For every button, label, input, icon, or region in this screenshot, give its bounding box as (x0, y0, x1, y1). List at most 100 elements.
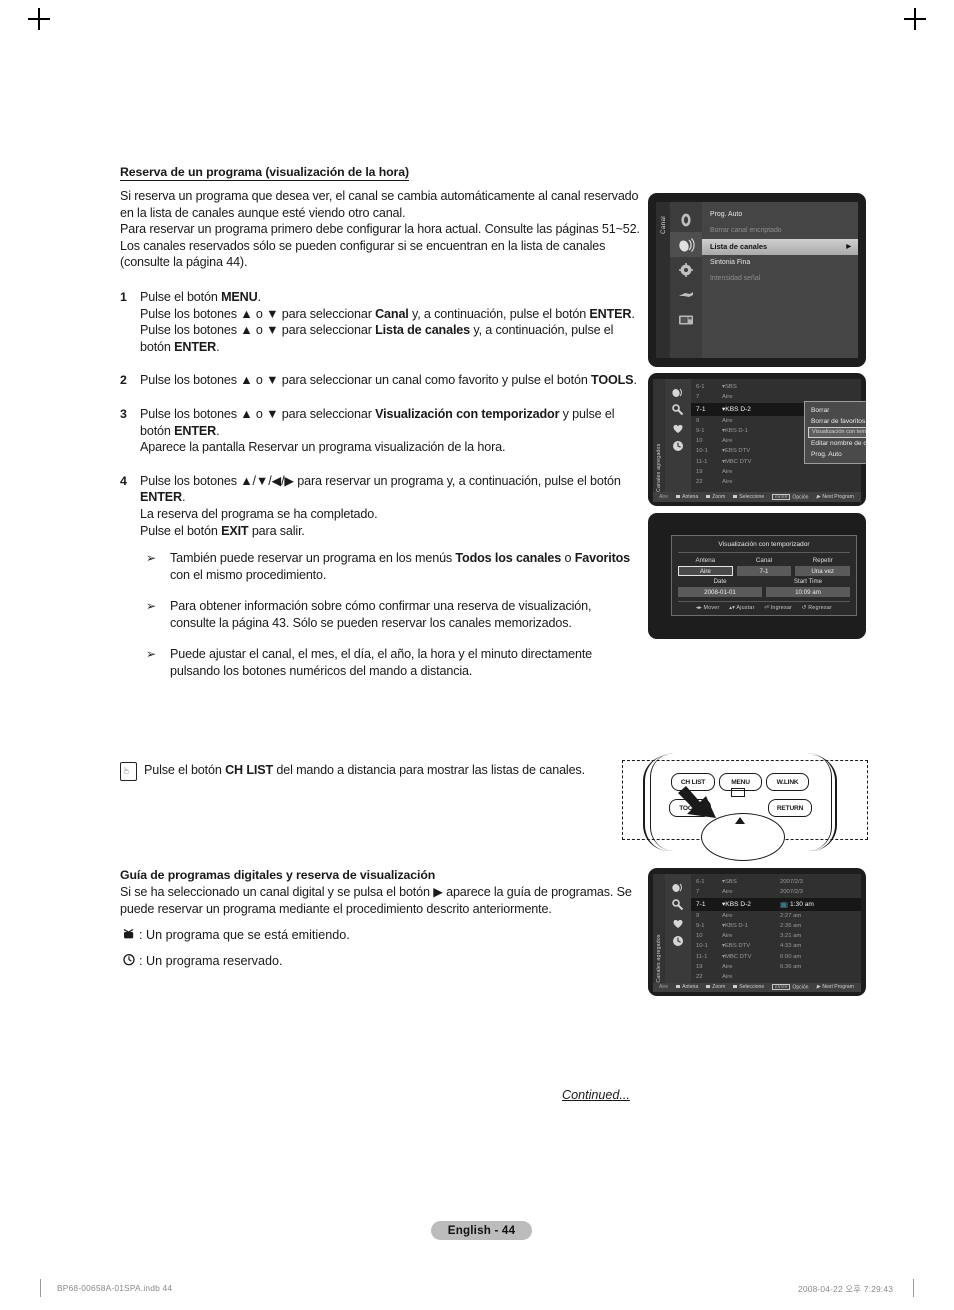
bottom-bar-antena[interactable]: Antena (676, 984, 698, 990)
pc-icon[interactable] (670, 307, 702, 332)
input-icon[interactable] (670, 282, 702, 307)
channel-list-tab-label: Canales agregados (656, 443, 662, 492)
timer-field-antena-value[interactable]: Aire (678, 566, 733, 576)
tools-popup-menu: Borrar Borrar de favoritos Visualización… (804, 401, 866, 464)
note-2: ➢ Para obtener información sobre cómo co… (120, 598, 640, 631)
timer-dialog-title: Visualización con temporizador (678, 541, 850, 553)
program-time: 2:27 am (780, 912, 802, 919)
menu-item-borrar-canal-encriptado[interactable]: Borrar canal encriptado (702, 223, 858, 239)
timer-field-antena[interactable]: Antena Aire (678, 557, 733, 576)
guide-list-tab-label: Canales agregados (656, 934, 662, 983)
channel-rows: 6-1 ▾SBS 7 Aire 7-1 ▾KBS D-2 9 Aire 9-1 ▾KBS … (691, 379, 866, 492)
program-time: 2007/2/3 (780, 879, 803, 885)
channel-name: ▾MBC DTV (722, 458, 752, 465)
timer-field-start-time[interactable]: Start Time 10:09 am (766, 578, 850, 597)
ch-list-tip-text: Pulse el botón CH LIST del mando a dista… (144, 763, 585, 777)
legend-text-reserved: : Un programa reservado. (139, 954, 283, 969)
table-row[interactable]: 19 Aire (691, 467, 861, 477)
tools-icon[interactable] (665, 401, 691, 419)
step-1-body: Pulse el botón MENU. Pulse los botones ▲… (140, 289, 635, 354)
timer-dialog-row-1: Antena Aire Canal 7-1 Repetir Una vez (678, 557, 851, 576)
timer-field-date-label: Date (713, 578, 727, 585)
timer-field-repetir-value[interactable]: Una vez (795, 566, 851, 576)
timer-field-start-time-label: Start Time (793, 578, 823, 585)
timer-field-canal-label: Canal (755, 557, 773, 564)
wlink-button[interactable]: W.LINK (766, 773, 809, 791)
pointer-arrow-icon (678, 786, 716, 818)
table-row-selected[interactable]: 7-1 ▾KBS D-2 📺 1:30 am (691, 897, 861, 911)
tv-screenshot-channel-menu: Canal Prog. Auto Borrar canal encriptado… (648, 193, 866, 367)
table-row[interactable]: 11-1 ▾MBC DTV 6:00 am (691, 952, 861, 962)
channel-icon[interactable] (670, 232, 702, 257)
bottom-bar-zoom[interactable]: Zoom (706, 494, 725, 500)
popup-item-editar-nombre-de-canal[interactable]: Editar nombre de canal (805, 438, 866, 449)
popup-item-visualizacion-con-temporizador[interactable]: Visualización con temporizador (808, 427, 866, 438)
bottom-bar-antena[interactable]: Antena (676, 494, 698, 500)
timer-field-start-time-value[interactable]: 10:09 am (766, 587, 850, 597)
heart-icon[interactable] (665, 419, 691, 437)
table-row[interactable]: 22 Aire (691, 972, 861, 982)
popup-item-borrar[interactable]: Borrar (805, 405, 866, 416)
program-time: 6:36 am (780, 964, 802, 971)
table-row[interactable]: 10-1 ▾EBS DTV 4:33 am (691, 941, 861, 951)
table-row[interactable]: 6-1 ▾SBS 2007/2/3 (691, 877, 861, 887)
table-row[interactable]: 7 Aire 2007/2/3 (691, 887, 861, 897)
legend-row-broadcasting: : Un programa que se está emitiendo. (120, 927, 640, 943)
program-time: 3:21 am (780, 933, 802, 940)
timer-field-canal-value[interactable]: 7-1 (736, 566, 792, 576)
tools-icon[interactable] (665, 896, 691, 914)
menu-item-prog-auto[interactable]: Prog. Auto (702, 207, 858, 223)
yellow-key-icon (733, 495, 738, 499)
menu-item-lista-de-canales[interactable]: Lista de canales ▶ (702, 239, 858, 255)
return-button[interactable]: RETURN (768, 799, 812, 817)
ch-list-tip: Pulse el botón CH LIST del mando a dista… (120, 762, 640, 781)
timer-dialog: Visualización con temporizador Antena Ai… (671, 535, 857, 616)
timer-footer-ingresar: ⏎ Ingresar (764, 605, 793, 611)
popup-item-borrar-de-favoritos[interactable]: Borrar de favoritos (805, 416, 866, 427)
menu-item-sintonia-fina[interactable]: Sintonia Fina (702, 255, 858, 271)
bottom-bar-next-program[interactable]: ▶ Next Program (817, 984, 854, 990)
timer-field-date[interactable]: Date 2008-01-01 (678, 578, 762, 597)
antenna-icon[interactable] (665, 878, 691, 896)
timer-field-repetir-label: Repetir (812, 557, 833, 564)
channel-name: Aire (722, 889, 733, 896)
enter-key-icon: ENTER (772, 984, 791, 991)
table-row[interactable]: 10 Aire 3:21 am (691, 931, 861, 941)
bottom-bar-opcion[interactable]: ENTER Opción (772, 493, 809, 500)
table-row[interactable]: 9 Aire 2:27 am (691, 911, 861, 921)
channel-name: ▾KBS D-1 (722, 427, 748, 434)
footer-file-name: BP68-00658A-01SPA.indb 44 (57, 1283, 173, 1293)
timer-field-repetir[interactable]: Repetir Una vez (795, 557, 851, 576)
clock-icon (120, 953, 137, 969)
note-bullet-icon-2: ➢ (146, 599, 157, 614)
enter-key-icon: ENTER (772, 493, 791, 500)
timer-field-canal[interactable]: Canal 7-1 (736, 557, 792, 576)
clock-icon[interactable] (665, 437, 691, 455)
bottom-bar-next-program[interactable]: ▶ Next Program (817, 494, 854, 500)
section-guia-programas: Guía de programas digitales y reserva de… (120, 868, 640, 969)
heart-icon[interactable] (665, 914, 691, 932)
bottom-bar-zoom[interactable]: Zoom (706, 984, 725, 990)
table-row[interactable]: 19 Aire 6:36 am (691, 962, 861, 972)
channel-number: 22 (696, 479, 703, 486)
table-row[interactable]: 6-1 ▾SBS (691, 382, 861, 392)
menu-item-intensidad-senal[interactable]: Intensidad señal (702, 271, 858, 287)
timer-field-date-value[interactable]: 2008-01-01 (678, 587, 762, 597)
clock-icon[interactable] (665, 932, 691, 950)
table-row[interactable]: 22 Aire (691, 477, 861, 487)
antenna-icon[interactable] (665, 383, 691, 401)
channel-name: Aire (722, 964, 733, 971)
step-4-number: 4 (120, 473, 127, 488)
picture-icon[interactable] (670, 207, 702, 232)
bottom-bar-seleccione[interactable]: Seleccione (733, 984, 764, 990)
crop-mark-top-left-h (28, 18, 50, 20)
channel-name: Aire (722, 933, 733, 940)
up-arrow-icon[interactable] (735, 817, 745, 824)
step-4: 4 Pulse los botones ▲/▼/◀/▶ para reserva… (120, 473, 640, 539)
table-row[interactable]: 9-1 ▾KBS D-1 2:35 am (691, 921, 861, 931)
bottom-bar-opcion[interactable]: ENTER Opción (772, 984, 809, 991)
step-2-body: Pulse los botones ▲ o ▼ para seleccionar… (140, 373, 637, 388)
setup-icon[interactable] (670, 257, 702, 282)
popup-item-prog-auto[interactable]: Prog. Auto (805, 449, 866, 460)
bottom-bar-seleccione[interactable]: Seleccione (733, 494, 764, 500)
